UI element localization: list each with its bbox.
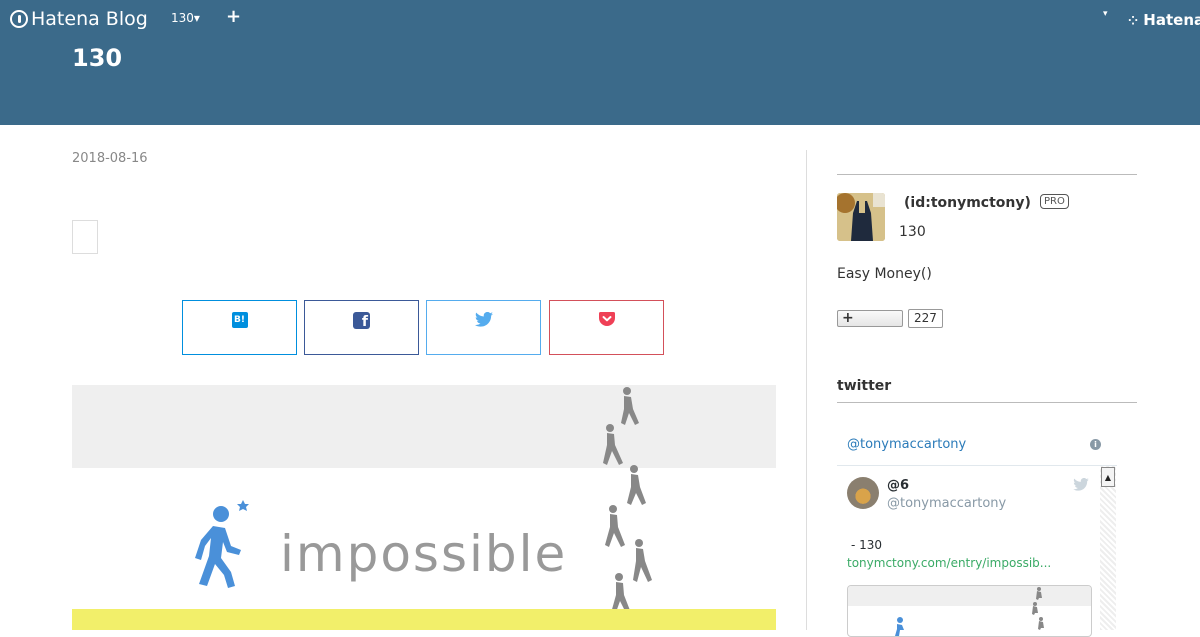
follower-count[interactable]: 227 [908,309,943,328]
twitter-heading-rule [837,402,1137,403]
tweet-link-card[interactable] [847,585,1092,637]
content-divider [806,150,807,630]
twitter-timeline-account-link[interactable]: @tonymaccartony [847,437,966,452]
card-walking-crowd-icon [1032,587,1044,630]
twitter-bird-icon[interactable] [1073,478,1089,491]
entry-eyecatch-image: impossible [72,385,776,630]
pro-badge: PRO [1040,194,1069,209]
follow-button[interactable]: + [837,310,903,327]
blog-title[interactable]: 130 [72,44,122,72]
hatena-wifi-icon: ⁘ [1128,14,1139,28]
twitter-icon [474,312,493,327]
twitter-share-button[interactable] [426,300,541,355]
tweet-author-name[interactable]: @6 [887,478,909,493]
profile-avatar[interactable] [837,193,885,241]
impossible-wordmark: impossible [280,525,568,583]
profile-id[interactable]: (id:tonymctony) [904,195,1031,211]
twitter-module-heading: twitter [837,378,892,394]
hatena-bookmark-icon: B! [231,312,248,328]
facebook-share-button[interactable]: f [304,300,419,355]
tweet-author-handle[interactable]: @tonymaccartony [887,496,1006,511]
tweet-author-avatar[interactable] [847,477,879,509]
facebook-icon: f [353,312,370,329]
blog-header: Hatena Blog 130▾ + ▾ ⁘ Hatena 130 [0,0,1200,125]
sidebar-profile-rule [837,174,1137,175]
logo-text: Hatena Blog [31,8,148,30]
pocket-share-button[interactable] [549,300,664,355]
card-walking-person-icon [895,617,904,636]
add-entry-button[interactable]: + [226,6,241,27]
hatena-blog-logo[interactable]: Hatena Blog [10,8,148,30]
twitter-timeline-separator [837,465,1117,466]
hatena-logo-icon [10,10,28,28]
profile-description: Easy Money() [837,266,932,282]
walking-person-icon [195,500,249,588]
scroll-up-button[interactable]: ▲ [1101,467,1115,487]
blog-switcher-menu[interactable]: 130▾ [171,11,200,25]
hatena-link-text: Hatena [1143,11,1200,29]
hatena-global-link[interactable]: ⁘ Hatena [1128,11,1200,29]
tweet-text: - 130 [851,538,883,552]
tweet-link[interactable]: tonymctony.com/entry/impossib... [847,556,1051,570]
entry-embed-placeholder [72,220,98,254]
profile-blog-name: 130 [899,224,926,240]
timeline-scrollbar[interactable] [1100,466,1116,630]
entry-date[interactable]: 2018-08-16 [72,151,148,166]
pocket-icon [598,312,615,326]
user-menu-caret-icon[interactable]: ▾ [1103,9,1108,19]
info-icon[interactable]: i [1090,439,1101,450]
walking-crowd-illustration [603,387,652,630]
hatena-bookmark-share-button[interactable]: B! [182,300,297,355]
avatar-image [837,193,885,241]
